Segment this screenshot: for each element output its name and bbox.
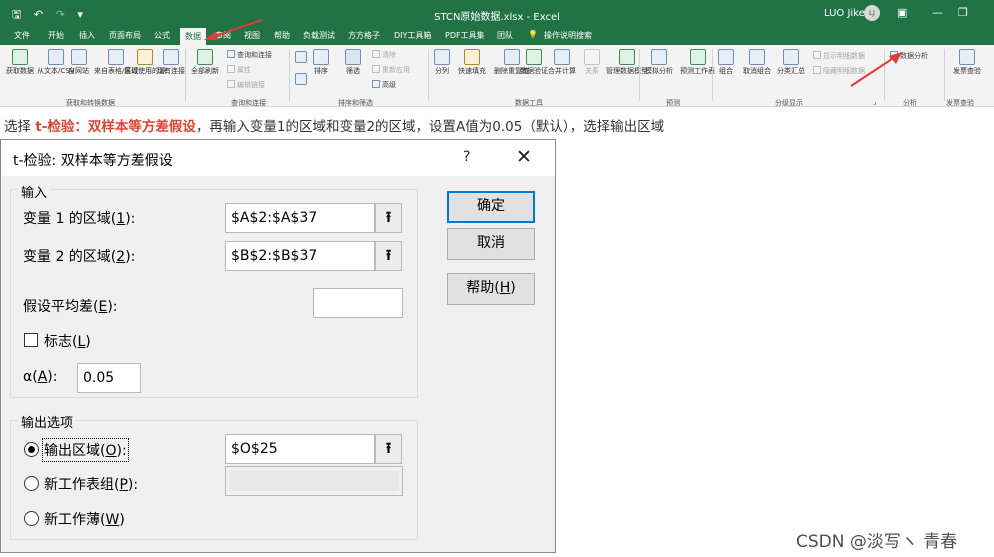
var1-collapse-icon[interactable]: ⭱ xyxy=(375,203,402,233)
dialog-title: t-检验: 双样本等方差假设 xyxy=(13,153,173,169)
output-range-radio[interactable] xyxy=(24,442,39,457)
new-worksheet-label: 新工作表组(P): xyxy=(44,477,139,493)
close-icon[interactable]: ✕ xyxy=(516,146,532,168)
alpha-label: α(A): xyxy=(23,369,58,385)
arrow-to-data-tab xyxy=(204,19,263,40)
instruction-text: 选择 t-检验：双样本等方差假设，再输入变量1的区域和变量2的区域，设置A值为0… xyxy=(4,119,665,135)
hypothesized-mean-diff-label: 假设平均差(E): xyxy=(23,299,118,315)
output-range-collapse-icon[interactable]: ⭱ xyxy=(375,434,402,464)
new-workbook-label: 新工作薄(W) xyxy=(44,512,125,528)
var1-range-input[interactable]: $A$2:$A$37 xyxy=(225,203,375,233)
labels-checkbox-label: 标志(L) xyxy=(44,334,91,350)
labels-checkbox[interactable] xyxy=(24,333,38,347)
annotation-arrows xyxy=(204,19,902,87)
new-workbook-radio[interactable] xyxy=(24,511,39,526)
t-test-dialog: t-检验: 双样本等方差假设 ? ✕ 输入 变量 1 的区域(1): $A$2:… xyxy=(0,139,556,553)
var2-range-input[interactable]: $B$2:$B$37 xyxy=(225,241,375,271)
new-worksheet-radio[interactable] xyxy=(24,476,39,491)
output-range-input[interactable]: $O$25 xyxy=(225,434,375,464)
output-section-legend: 输出选项 xyxy=(18,412,77,431)
alpha-input[interactable]: 0.05 xyxy=(77,363,141,393)
csdn-watermark: CSDN @淡写ヽ 青春 xyxy=(796,532,958,552)
dialog-title-bar: t-检验: 双样本等方差假设 ? ✕ xyxy=(1,140,555,176)
input-section-legend: 输入 xyxy=(18,182,51,201)
var1-label: 变量 1 的区域(1): xyxy=(23,211,136,227)
var2-collapse-icon[interactable]: ⭱ xyxy=(375,241,402,271)
new-worksheet-input xyxy=(225,466,403,496)
hypothesized-mean-diff-input[interactable] xyxy=(313,288,403,318)
help-icon[interactable]: ? xyxy=(463,149,470,165)
highlighted-tool-name: t-检验：双样本等方差假设 xyxy=(35,119,196,135)
output-range-label: 输出区域(O): xyxy=(42,438,129,462)
ok-button[interactable]: 确定 xyxy=(447,191,535,223)
help-button[interactable]: 帮助(H) xyxy=(447,273,535,305)
arrow-to-data-analysis xyxy=(850,52,902,87)
var2-label: 变量 2 的区域(2): xyxy=(23,249,136,265)
cancel-button[interactable]: 取消 xyxy=(447,228,535,260)
